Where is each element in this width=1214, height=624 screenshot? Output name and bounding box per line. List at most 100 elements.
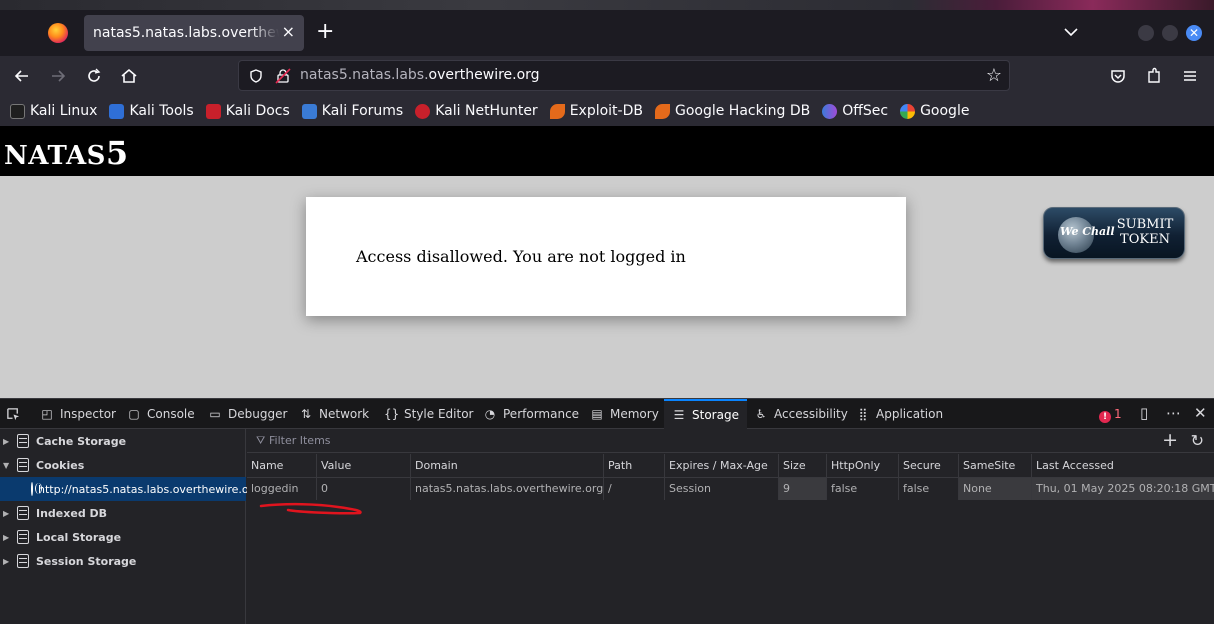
filter-bar[interactable]: ⛛ Filter Items + ↻ xyxy=(247,429,1214,453)
tab-style-editor[interactable]: {} Style Editor xyxy=(384,399,473,429)
cookie-httponly-cell[interactable]: false xyxy=(826,478,898,500)
cookie-path-cell[interactable]: / xyxy=(603,478,664,500)
expand-icon[interactable]: ▶ xyxy=(3,533,13,542)
url-text[interactable]: natas5.natas.labs.overthewire.org xyxy=(300,67,540,83)
cookies-table-panel: ⛛ Filter Items + ↻ Name Value Domain Pat… xyxy=(247,429,1214,624)
column-header[interactable]: Value xyxy=(316,454,410,478)
reload-icon[interactable] xyxy=(84,66,104,86)
url-host: overthewire.org xyxy=(428,67,540,83)
network-icon: ⇅ xyxy=(300,407,312,421)
tab-close-icon[interactable]: × xyxy=(282,22,295,42)
tab-debugger[interactable]: ▭ Debugger xyxy=(208,399,287,429)
column-header[interactable]: Size xyxy=(778,454,826,478)
accessibility-icon: ♿ xyxy=(755,407,767,421)
expand-icon[interactable]: ▶ xyxy=(3,437,13,446)
tab-memory[interactable]: ▤ Memory xyxy=(590,399,658,429)
extensions-icon[interactable] xyxy=(1144,66,1164,86)
dock-side-icon[interactable]: ▯ xyxy=(1140,405,1148,421)
bookmark-kali-tools[interactable]: Kali Tools xyxy=(109,103,194,119)
home-icon[interactable] xyxy=(119,66,139,86)
sidebar-item-indexed-db[interactable]: ▶ Indexed DB xyxy=(0,501,246,525)
memory-icon: ▤ xyxy=(591,407,603,421)
column-header[interactable]: HttpOnly xyxy=(826,454,898,478)
tab-performance[interactable]: ◔ Performance xyxy=(483,399,579,429)
back-icon[interactable] xyxy=(12,66,32,86)
red-underline-annotation xyxy=(259,502,362,515)
exploit-db-icon xyxy=(549,103,565,119)
bookmark-star-icon[interactable]: ☆ xyxy=(986,65,1002,86)
column-header[interactable]: Expires / Max-Age xyxy=(664,454,778,478)
element-picker-icon[interactable] xyxy=(6,407,21,422)
menu-icon[interactable] xyxy=(1180,66,1200,86)
bookmark-kali-docs[interactable]: Kali Docs xyxy=(205,103,290,119)
more-options-icon[interactable]: ⋯ xyxy=(1166,405,1181,421)
add-item-icon[interactable]: + xyxy=(1162,430,1178,450)
sidebar-item-session-storage[interactable]: ▶ Session Storage xyxy=(0,549,246,573)
tab-network[interactable]: ⇅ Network xyxy=(299,399,369,429)
column-header[interactable]: Path xyxy=(603,454,664,478)
expand-icon[interactable]: ▶ xyxy=(3,509,13,518)
tab-application[interactable]: ⣿ Application xyxy=(856,399,943,429)
devtools-close-icon[interactable]: ✕ xyxy=(1194,405,1207,421)
expand-icon[interactable]: ▶ xyxy=(3,557,13,566)
tab-inspector[interactable]: ◰ Inspector xyxy=(40,399,116,429)
database-icon xyxy=(17,506,29,520)
bookmark-google[interactable]: Google xyxy=(900,103,969,119)
shield-icon[interactable] xyxy=(248,68,264,84)
access-message: Access disallowed. You are not logged in xyxy=(356,247,686,266)
tab-storage[interactable]: ☰ Storage xyxy=(664,399,747,429)
bookmark-google-hacking-db[interactable]: Google Hacking DB xyxy=(654,103,810,119)
style-editor-icon: {} xyxy=(384,407,400,421)
cookie-domain-cell[interactable]: natas5.natas.labs.overthewire.org xyxy=(410,478,603,500)
table-row[interactable]: loggedin 0 natas5.natas.labs.overthewire… xyxy=(247,478,1214,500)
error-count-badge[interactable]: ! 1 xyxy=(1099,407,1122,423)
sidebar-item-cookie-host[interactable]: http://natas5.natas.labs.overthewire.org xyxy=(0,477,260,501)
chevron-down-icon[interactable] xyxy=(1063,24,1079,40)
screen: natas5.natas.labs.overthewire.org × + ✕ … xyxy=(0,0,1214,624)
refresh-icon[interactable]: ↻ xyxy=(1191,431,1204,451)
column-header[interactable]: SameSite xyxy=(958,454,1031,478)
bookmark-offsec[interactable]: OffSec xyxy=(822,103,888,119)
filter-input[interactable]: Filter Items xyxy=(269,434,331,447)
storage-sidebar: ▶ Cache Storage ▼ Cookies http://natas5.na… xyxy=(0,429,260,624)
forward-icon[interactable] xyxy=(48,66,68,86)
collapse-icon[interactable]: ▼ xyxy=(3,461,13,470)
browser-tab[interactable]: natas5.natas.labs.overthewire.org × xyxy=(84,15,304,51)
storage-icon: ☰ xyxy=(673,408,685,422)
wechall-submit-token-button[interactable]: We Chall SUBMIT TOKEN xyxy=(1043,207,1185,259)
cookie-name-cell[interactable]: loggedin xyxy=(247,478,316,500)
bookmarks-toolbar: Kali Linux Kali Tools Kali Docs Kali For… xyxy=(0,96,1214,126)
database-icon xyxy=(17,434,29,448)
column-header[interactable]: Domain xyxy=(410,454,603,478)
window-close-button[interactable]: ✕ xyxy=(1186,25,1202,41)
maximize-button[interactable] xyxy=(1162,25,1178,41)
column-header[interactable]: Last Accessed xyxy=(1031,454,1214,478)
url-prefix: natas5.natas.labs. xyxy=(300,67,429,83)
new-tab-button[interactable]: + xyxy=(316,21,334,43)
bookmark-kali-linux[interactable]: Kali Linux xyxy=(10,103,97,119)
url-bar[interactable]: natas5.natas.labs.overthewire.org ☆ xyxy=(238,60,1010,91)
sidebar-item-cache-storage[interactable]: ▶ Cache Storage xyxy=(0,429,246,453)
insecure-lock-icon[interactable] xyxy=(275,68,291,84)
console-icon: ▢ xyxy=(128,407,140,421)
bookmark-exploit-db[interactable]: Exploit-DB xyxy=(549,103,643,119)
tab-console[interactable]: ▢ Console xyxy=(127,399,194,429)
tab-accessibility[interactable]: ♿ Accessibility xyxy=(754,399,848,429)
web-page: NATAS5 Access disallowed. You are not lo… xyxy=(0,126,1214,398)
table-header: Name Value Domain Path Expires / Max-Age… xyxy=(247,454,1214,478)
firefox-icon[interactable] xyxy=(48,23,68,43)
sidebar-item-cookies[interactable]: ▼ Cookies xyxy=(0,453,246,477)
cookie-secure-cell[interactable]: false xyxy=(898,478,958,500)
column-header[interactable]: Secure xyxy=(898,454,958,478)
pocket-icon[interactable] xyxy=(1108,66,1128,86)
minimize-button[interactable] xyxy=(1138,25,1154,41)
page-title: NATAS5 xyxy=(4,134,129,172)
ghdb-icon xyxy=(654,103,670,119)
column-header[interactable]: Name xyxy=(247,454,316,478)
cookie-value-cell[interactable]: 0 xyxy=(316,478,410,500)
bookmark-kali-forums[interactable]: Kali Forums xyxy=(301,103,403,119)
sidebar-item-local-storage[interactable]: ▶ Local Storage xyxy=(0,525,246,549)
bookmark-kali-nethunter[interactable]: Kali NetHunter xyxy=(415,103,538,119)
cookie-expires-cell[interactable]: Session xyxy=(664,478,778,500)
cookie-samesite-cell[interactable]: None xyxy=(958,478,1031,500)
